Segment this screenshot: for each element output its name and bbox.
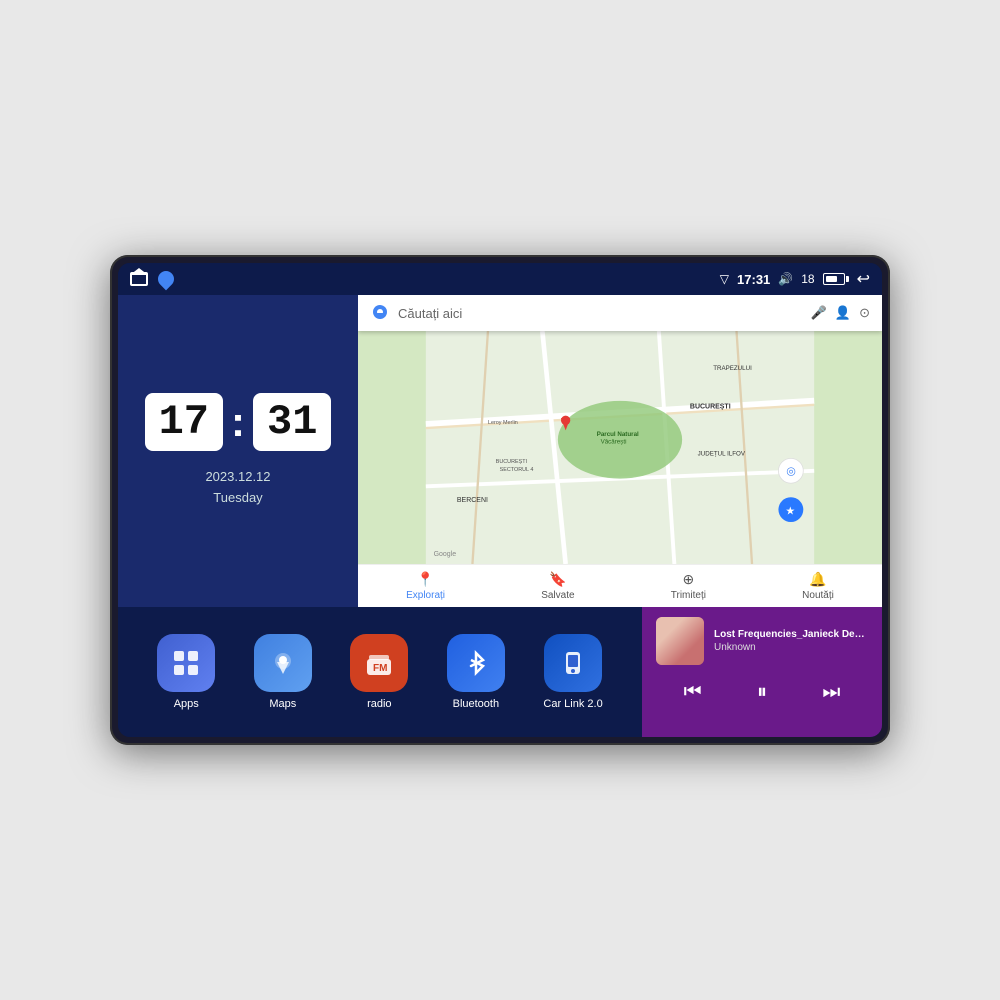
- send-label: Trimiteți: [671, 590, 706, 601]
- clock-minute: 31: [253, 393, 331, 451]
- apps-area: Apps Maps: [118, 607, 642, 737]
- app-item-maps[interactable]: Maps: [254, 634, 312, 710]
- map-bottom-bar: 📍 Explorați 🔖 Salvate ⊕ Trimiteți 🔔: [358, 564, 882, 607]
- maps-label: Maps: [269, 698, 296, 710]
- prev-button[interactable]: ⏮: [674, 677, 712, 708]
- svg-text:BERCENI: BERCENI: [457, 497, 488, 504]
- svg-text:JUDEȚUL ILFOV: JUDEȚUL ILFOV: [698, 450, 746, 457]
- svg-text:TRAPEZULUI: TRAPEZULUI: [713, 365, 752, 372]
- map-area[interactable]: Parcul Natural Văcărești BUCUREȘTI JUDEȚ…: [358, 331, 882, 564]
- back-button[interactable]: ↩: [857, 269, 870, 289]
- clock-date: 2023.12.12 Tuesday: [205, 467, 270, 509]
- radio-icon: FM: [350, 634, 408, 692]
- app-item-radio[interactable]: FM radio: [350, 634, 408, 710]
- main-content: 17 : 31 2023.12.12 Tuesday: [118, 295, 882, 737]
- saved-icon: 🔖: [549, 571, 566, 588]
- clock-colon: :: [231, 401, 245, 443]
- maps-icon: [254, 634, 312, 692]
- nav-icon: ▽: [720, 272, 729, 286]
- svg-text:BUCUREȘTI: BUCUREȘTI: [496, 459, 527, 465]
- news-label: Noutăți: [802, 590, 834, 601]
- account-icon[interactable]: 👤: [835, 305, 851, 321]
- svg-text:SECTORUL 4: SECTORUL 4: [500, 467, 534, 473]
- carlink-icon: [544, 634, 602, 692]
- status-right: ▽ 17:31 🔊 18 ↩: [720, 269, 870, 289]
- map-tab-send[interactable]: ⊕ Trimiteți: [671, 571, 706, 601]
- apps-icon: [157, 634, 215, 692]
- music-player: Lost Frequencies_Janieck Devy-... Unknow…: [642, 607, 882, 737]
- svg-text:Leroy Merlin: Leroy Merlin: [488, 420, 518, 426]
- bottom-section: Apps Maps: [118, 607, 882, 737]
- music-artist: Unknown: [714, 642, 868, 653]
- news-icon: 🔔: [809, 571, 826, 588]
- svg-text:FM: FM: [373, 663, 387, 674]
- status-bar: ▽ 17:31 🔊 18 ↩: [118, 263, 882, 295]
- bluetooth-label: Bluetooth: [453, 698, 499, 710]
- battery-icon: [823, 273, 849, 285]
- mic-icon[interactable]: 🎤: [811, 305, 827, 321]
- music-title: Lost Frequencies_Janieck Devy-...: [714, 629, 868, 640]
- svg-text:Parcul Natural: Parcul Natural: [597, 431, 639, 438]
- svg-text:BUCUREȘTI: BUCUREȘTI: [690, 404, 731, 411]
- bluetooth-icon: [447, 634, 505, 692]
- music-thumbnail: [656, 617, 704, 665]
- saved-label: Salvate: [541, 590, 574, 601]
- maps-logo-icon: [370, 303, 390, 323]
- clock-display: 17 : 31: [145, 393, 332, 451]
- svg-text:★: ★: [785, 505, 795, 517]
- clock-panel: 17 : 31 2023.12.12 Tuesday: [118, 295, 358, 607]
- play-pause-button[interactable]: ⏸: [747, 677, 777, 708]
- volume-icon: 🔊: [778, 272, 793, 286]
- top-section: 17 : 31 2023.12.12 Tuesday: [118, 295, 882, 607]
- svg-text:Văcărești: Văcărești: [601, 439, 627, 446]
- send-icon: ⊕: [682, 571, 694, 588]
- map-tab-explore[interactable]: 📍 Explorați: [406, 571, 445, 601]
- device-screen: ▽ 17:31 🔊 18 ↩ 17 : 31: [118, 263, 882, 737]
- carlink-label: Car Link 2.0: [543, 698, 602, 710]
- home-icon[interactable]: [130, 272, 148, 286]
- music-info: Lost Frequencies_Janieck Devy-... Unknow…: [656, 617, 868, 665]
- layers-icon[interactable]: ⊙: [859, 305, 870, 321]
- maps-pin-icon: [155, 268, 178, 291]
- map-search-input[interactable]: Căutați aici: [398, 306, 803, 321]
- app-item-carlink[interactable]: Car Link 2.0: [543, 634, 602, 710]
- svg-text:Google: Google: [434, 551, 457, 558]
- radio-label: radio: [367, 698, 391, 710]
- music-controls: ⏮ ⏸ ⏭: [656, 673, 868, 712]
- map-tab-news[interactable]: 🔔 Noutăți: [802, 571, 834, 601]
- next-button[interactable]: ⏭: [812, 677, 850, 708]
- map-tab-saved[interactable]: 🔖 Salvate: [541, 571, 574, 601]
- apps-label: Apps: [174, 698, 199, 710]
- explore-icon: 📍: [417, 571, 434, 588]
- status-left: [130, 271, 174, 287]
- map-search-bar[interactable]: Căutați aici 🎤 👤 ⊙: [358, 295, 882, 331]
- explore-label: Explorați: [406, 590, 445, 601]
- signal-strength: 18: [801, 272, 814, 286]
- device-frame: ▽ 17:31 🔊 18 ↩ 17 : 31: [110, 255, 890, 745]
- map-svg: Parcul Natural Văcărești BUCUREȘTI JUDEȚ…: [358, 331, 882, 564]
- clock-hour: 17: [145, 393, 223, 451]
- map-panel[interactable]: Căutați aici 🎤 👤 ⊙: [358, 295, 882, 607]
- music-text: Lost Frequencies_Janieck Devy-... Unknow…: [714, 629, 868, 653]
- app-item-bluetooth[interactable]: Bluetooth: [447, 634, 505, 710]
- status-time: 17:31: [737, 272, 770, 287]
- svg-text:◎: ◎: [786, 466, 795, 478]
- app-item-apps[interactable]: Apps: [157, 634, 215, 710]
